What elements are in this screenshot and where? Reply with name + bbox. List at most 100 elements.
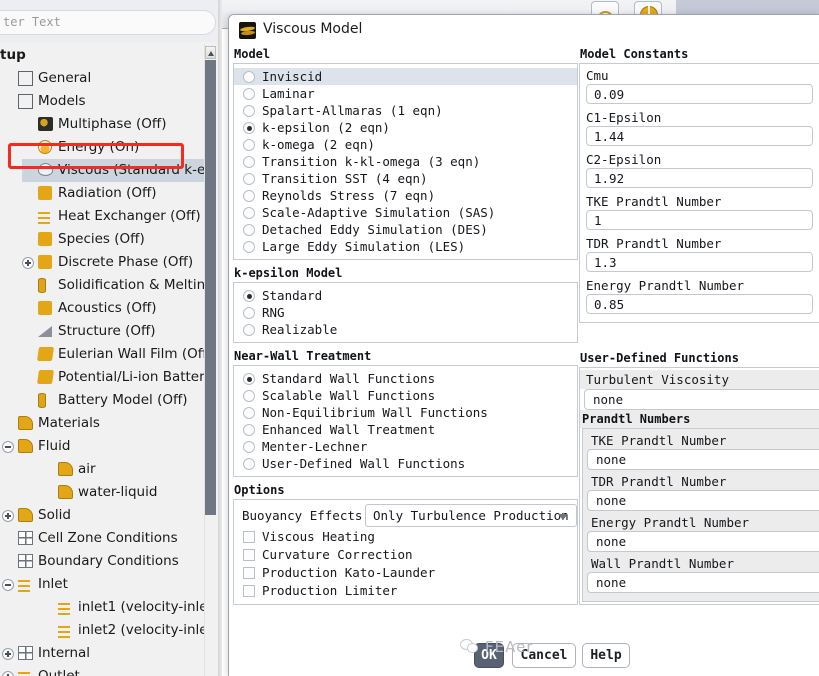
collapse-icon[interactable] bbox=[2, 441, 14, 453]
nearwall-option-user-defined-wall-functions[interactable]: User-Defined Wall Functions bbox=[234, 455, 577, 472]
dialog-title: Viscous Model bbox=[263, 21, 363, 37]
outline-tree: tup General Models Multiphase (Off) Energy (… bbox=[0, 44, 206, 676]
tree-item-inlet2-velocity-inlet-id[interactable]: inlet2 (velocity-inlet, id bbox=[0, 619, 206, 642]
watermark-text: FEAer bbox=[485, 638, 534, 656]
tree-item-air[interactable]: air bbox=[0, 458, 206, 481]
model-option-inviscid[interactable]: Inviscid bbox=[234, 68, 577, 85]
viscous-model-icon bbox=[239, 22, 256, 39]
model-option-transition-sst-4-eqn[interactable]: Transition SST (4 eqn) bbox=[234, 170, 577, 187]
radio-label: Realizable bbox=[262, 322, 338, 337]
option-checkbox-curvature-correction[interactable]: Curvature Correction bbox=[234, 546, 577, 564]
udf-label: TKE Prandtl Number bbox=[583, 431, 819, 449]
model-option-list[interactable]: Inviscid Laminar Spalart-Allmaras (1 eqn) k… bbox=[233, 63, 578, 260]
udf-input-tke-prandtl-number[interactable]: none bbox=[587, 449, 819, 470]
checkbox-icon bbox=[243, 531, 255, 543]
sidebar-scroll-up-button[interactable] bbox=[205, 46, 216, 59]
search-input[interactable]: ter Text bbox=[0, 10, 216, 35]
tree-item-materials[interactable]: Materials bbox=[0, 412, 206, 435]
nearwall-option-scalable-wall-functions[interactable]: Scalable Wall Functions bbox=[234, 387, 577, 404]
constant-input-c1-epsilon[interactable]: 1.44 bbox=[586, 126, 813, 146]
collapse-icon[interactable] bbox=[2, 579, 14, 591]
nearwall-option-menter-lechner[interactable]: Menter-Lechner bbox=[234, 438, 577, 455]
tree-item-structure-off[interactable]: Structure (Off) bbox=[0, 320, 206, 343]
solidification-icon bbox=[38, 278, 46, 293]
tree-item-solidification-melting[interactable]: Solidification & Melting ( bbox=[0, 274, 206, 297]
model-option-reynolds-stress-7-eqn[interactable]: Reynolds Stress (7 eqn) bbox=[234, 187, 577, 204]
model-option-spalart-allmaras-1-eqn[interactable]: Spalart-Allmaras (1 eqn) bbox=[234, 102, 577, 119]
inlet-item-icon bbox=[58, 623, 72, 639]
tree-item-label: Outlet bbox=[38, 668, 80, 676]
model-option-k-omega-2-eqn[interactable]: k-omega (2 eqn) bbox=[234, 136, 577, 153]
constant-input-tke-prandtl-number[interactable]: 1 bbox=[586, 210, 813, 230]
option-checkbox-production-limiter[interactable]: Production Limiter bbox=[234, 582, 577, 600]
udf-input-wall-prandtl-number[interactable]: none bbox=[587, 572, 819, 593]
tree-item-internal[interactable]: Internal bbox=[0, 642, 206, 665]
tree-item-water-liquid[interactable]: water-liquid bbox=[0, 481, 206, 504]
material-air-icon bbox=[58, 462, 73, 476]
options-group-title: Options bbox=[234, 483, 285, 497]
turbulent-viscosity-label: Turbulent Viscosity bbox=[580, 370, 819, 389]
tree-item-fluid[interactable]: Fluid bbox=[0, 435, 206, 458]
help-button[interactable]: Help bbox=[582, 643, 630, 668]
turbulent-viscosity-input[interactable]: none bbox=[584, 389, 819, 410]
tree-item-models[interactable]: Models bbox=[0, 90, 206, 113]
tree-item-species-off[interactable]: Species (Off) bbox=[0, 228, 206, 251]
tree-item-radiation-off[interactable]: Radiation (Off) bbox=[0, 182, 206, 205]
tree-item-heat-exchanger-off[interactable]: Heat Exchanger (Off) bbox=[0, 205, 206, 228]
buoyancy-effects-select[interactable]: Only Turbulence Production bbox=[365, 504, 577, 527]
kepsilon-option-realizable[interactable]: Realizable bbox=[234, 321, 577, 338]
tree-item-solid[interactable]: Solid bbox=[0, 504, 206, 527]
tree-item-general[interactable]: General bbox=[0, 67, 206, 90]
tree-item-eulerian-wall-film-off[interactable]: Eulerian Wall Film (Off) bbox=[0, 343, 206, 366]
internal-icon bbox=[18, 646, 33, 660]
tree-item-label: Radiation (Off) bbox=[58, 185, 157, 201]
tree-item-discrete-phase-off[interactable]: Discrete Phase (Off) bbox=[0, 251, 206, 274]
model-option-transition-k-kl-omega-3-eqn[interactable]: Transition k-kl-omega (3 eqn) bbox=[234, 153, 577, 170]
constant-input-cmu[interactable]: 0.09 bbox=[586, 84, 813, 104]
option-checkbox-production-kato-launder[interactable]: Production Kato-Launder bbox=[234, 564, 577, 582]
radio-icon bbox=[243, 122, 255, 134]
model-option-large-eddy-simulation-les[interactable]: Large Eddy Simulation (LES) bbox=[234, 238, 577, 255]
tree-item-outlet[interactable]: Outlet bbox=[0, 665, 206, 676]
udf-input-tdr-prandtl-number[interactable]: none bbox=[587, 490, 819, 511]
model-option-k-epsilon-2-eqn[interactable]: k-epsilon (2 eqn) bbox=[234, 119, 577, 136]
tree-item-tup[interactable]: tup bbox=[0, 44, 206, 67]
constant-input-energy-prandtl-number[interactable]: 0.85 bbox=[586, 294, 813, 314]
kepsilon-option-standard[interactable]: Standard bbox=[234, 287, 577, 304]
model-option-detached-eddy-simulation-des[interactable]: Detached Eddy Simulation (DES) bbox=[234, 221, 577, 238]
nearwall-option-list[interactable]: Standard Wall Functions Scalable Wall Fun… bbox=[233, 365, 578, 477]
nearwall-option-enhanced-wall-treatment[interactable]: Enhanced Wall Treatment bbox=[234, 421, 577, 438]
expand-icon[interactable] bbox=[22, 257, 34, 269]
expand-icon[interactable] bbox=[2, 510, 14, 522]
tree-item-cell-zone-conditions[interactable]: Cell Zone Conditions bbox=[0, 527, 206, 550]
radio-label: Detached Eddy Simulation (DES) bbox=[262, 222, 488, 237]
sidebar-scrollbar-thumb[interactable] bbox=[205, 60, 216, 515]
nearwall-option-standard-wall-functions[interactable]: Standard Wall Functions bbox=[234, 370, 577, 387]
radio-icon bbox=[243, 307, 255, 319]
udf-input-energy-prandtl-number[interactable]: none bbox=[587, 531, 819, 552]
tree-item-acoustics-off[interactable]: Acoustics (Off) bbox=[0, 297, 206, 320]
model-option-scale-adaptive-simulation-sas[interactable]: Scale-Adaptive Simulation (SAS) bbox=[234, 204, 577, 221]
inlet-item-icon bbox=[58, 600, 72, 616]
model-option-laminar[interactable]: Laminar bbox=[234, 85, 577, 102]
expand-icon[interactable] bbox=[2, 671, 14, 676]
constant-input-c2-epsilon[interactable]: 1.92 bbox=[586, 168, 813, 188]
tree-item-battery-model-off[interactable]: Battery Model (Off) bbox=[0, 389, 206, 412]
tree-item-boundary-conditions[interactable]: Boundary Conditions bbox=[0, 550, 206, 573]
tree-item-multiphase-off[interactable]: Multiphase (Off) bbox=[0, 113, 206, 136]
radio-icon bbox=[243, 373, 255, 385]
option-checkbox-viscous-heating[interactable]: Viscous Heating bbox=[234, 528, 577, 546]
checkbox-icon bbox=[243, 567, 255, 579]
tree-item-label: Solidification & Melting ( bbox=[58, 277, 206, 293]
nearwall-option-non-equilibrium-wall-functions[interactable]: Non-Equilibrium Wall Functions bbox=[234, 404, 577, 421]
tree-item-inlet[interactable]: Inlet bbox=[0, 573, 206, 596]
kepsilon-option-list[interactable]: Standard RNG Realizable bbox=[233, 282, 578, 343]
expand-icon[interactable] bbox=[2, 648, 14, 660]
viscous-item-annotation-box bbox=[8, 143, 184, 169]
tree-item-potential-li-ion-battery[interactable]: Potential/Li-ion Battery ( bbox=[0, 366, 206, 389]
constant-input-tdr-prandtl-number[interactable]: 1.3 bbox=[586, 252, 813, 272]
tree-item-label: Fluid bbox=[38, 438, 71, 454]
tree-item-inlet1-velocity-inlet-id[interactable]: inlet1 (velocity-inlet, id bbox=[0, 596, 206, 619]
kepsilon-option-rng[interactable]: RNG bbox=[234, 304, 577, 321]
dialog-body: Model Inviscid Laminar Spalart-Allmaras (1… bbox=[229, 47, 819, 635]
